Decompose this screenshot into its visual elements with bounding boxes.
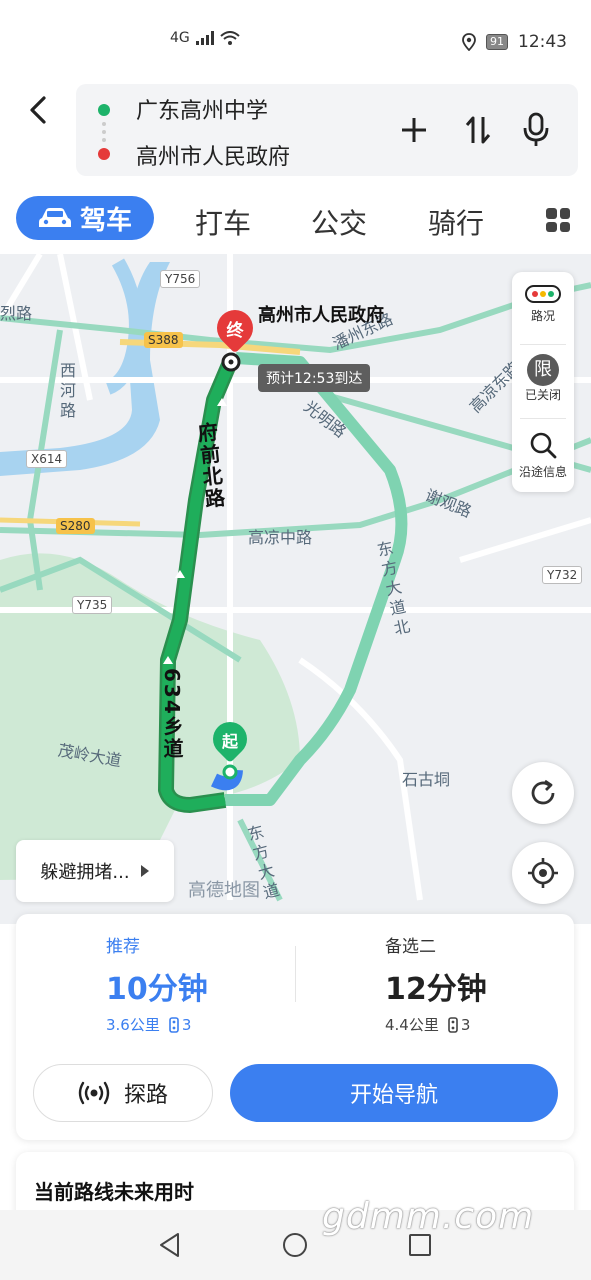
route-option-tag: 推荐 [106, 937, 140, 957]
crosshair-icon [528, 858, 558, 888]
swap-route-button[interactable] [460, 112, 496, 148]
wifi-icon [220, 31, 240, 45]
start-dot-icon [98, 104, 110, 116]
route-option-alt-2[interactable]: 备选二 12分钟 4.4公里 3 [295, 914, 574, 1042]
network-indicator: 4G [170, 30, 240, 46]
chevron-left-icon [30, 96, 46, 124]
back-button[interactable] [22, 92, 52, 128]
search-icon [530, 432, 557, 459]
signal-icon [195, 31, 214, 45]
network-type: 4G [170, 30, 190, 46]
route-option-lights: 3 [460, 1015, 471, 1034]
route-option-time: 10分钟 [106, 972, 208, 1007]
road-badge: S388 [144, 332, 183, 348]
route-option-tag: 备选二 [385, 937, 436, 957]
divider [520, 344, 566, 345]
future-time-title: 当前路线未来用时 [34, 1180, 194, 1204]
location-icon [462, 33, 476, 51]
traffic-light-icon [169, 1016, 179, 1033]
battery-indicator: 91 [486, 34, 508, 50]
eta-bubble: 预计12:53到达 [258, 364, 371, 392]
destination-field[interactable]: 高州市人民政府 [136, 139, 290, 171]
destination-name: 高州市人民政府 [258, 305, 384, 326]
route-option-meta: 4.4公里 3 [385, 1014, 470, 1035]
road-label: 高凉中路 [248, 528, 313, 547]
road-badge: Y735 [72, 596, 113, 614]
broadcast-icon [78, 1081, 110, 1105]
explore-route-label: 探路 [123, 1083, 168, 1108]
road-badge: S280 [56, 518, 95, 534]
end-dot-icon [98, 148, 110, 160]
route-input-box: 广东高州中学 高州市人民政府 [76, 84, 578, 176]
traffic-toggle[interactable]: 路况 [512, 284, 574, 324]
restriction-toggle[interactable]: 限 已关闭 [512, 354, 574, 403]
more-modes-icon[interactable] [546, 208, 570, 232]
refresh-route-button[interactable] [512, 762, 574, 824]
map-view[interactable]: 烈路 西河路 潘州东路 高凉东路 光明路 谢观路 高凉中路 东方大道北 茂岭大道… [0, 254, 591, 924]
route-road-label: 634乡道 [160, 668, 184, 760]
origin-field[interactable]: 广东高州中学 [136, 93, 268, 125]
home-circle-icon[interactable] [282, 1232, 308, 1258]
traffic-lights-count: 3 [447, 1015, 471, 1034]
start-marker-label: 起 [221, 732, 238, 751]
avoid-congestion-label: 躲避拥堵... [40, 862, 130, 883]
road-badge: Y756 [160, 270, 201, 288]
tab-bike[interactable]: 骑行 [428, 202, 484, 242]
plus-icon [402, 118, 426, 142]
route-options-sheet: 推荐 10分钟 3.6公里 3 备选二 12分钟 4.4公里 3 探路 开始导航 [16, 914, 574, 1140]
map-tools-panel: 路况 限 已关闭 沿途信息 [512, 272, 574, 492]
traffic-icon [525, 285, 561, 303]
refresh-icon [531, 779, 555, 805]
back-triangle-icon[interactable] [158, 1232, 182, 1258]
along-route-label: 沿途信息 [518, 465, 567, 479]
car-icon [38, 208, 71, 227]
route-option-distance: 4.4公里 [385, 1016, 439, 1034]
status-bar: 4G 91 12:43 [0, 0, 591, 76]
traffic-lights-count: 3 [168, 1015, 192, 1034]
swap-icon [465, 116, 491, 144]
mode-tabs: 驾车 打车 公交 骑行 [0, 186, 591, 250]
along-route-button[interactable]: 沿途信息 [512, 430, 574, 480]
road-label: 西河路 [57, 362, 76, 422]
road-badge: Y732 [542, 566, 583, 584]
divider [520, 418, 566, 419]
tab-taxi[interactable]: 打车 [195, 202, 251, 242]
route-connector [102, 122, 106, 142]
destination-marker-label: 终 [226, 321, 244, 341]
traffic-label: 路况 [530, 309, 555, 323]
tab-drive[interactable]: 驾车 [16, 196, 154, 240]
locate-me-button[interactable] [512, 842, 574, 904]
site-watermark: gdmm.com [322, 1196, 535, 1237]
road-label: 烈路 [0, 304, 33, 323]
restriction-icon: 限 [527, 354, 559, 386]
route-option-time: 12分钟 [385, 972, 487, 1007]
explore-route-button[interactable]: 探路 [33, 1064, 213, 1122]
tab-drive-label: 驾车 [79, 205, 132, 236]
status-right: 91 12:43 [462, 32, 567, 52]
triangle-right-icon [140, 865, 149, 877]
route-option-lights: 3 [181, 1015, 192, 1034]
add-waypoint-button[interactable] [396, 112, 432, 148]
tab-transit[interactable]: 公交 [311, 202, 367, 242]
map-watermark: 高德地图 [188, 880, 260, 901]
road-label: 石古垌 [402, 770, 451, 789]
microphone-icon [523, 112, 549, 146]
avoid-congestion-button[interactable]: 躲避拥堵... [16, 840, 174, 902]
traffic-light-icon [448, 1016, 458, 1033]
route-option-meta: 3.6公里 3 [106, 1014, 191, 1035]
restriction-label: 已关闭 [524, 388, 561, 402]
map-canvas [0, 254, 591, 902]
clock: 12:43 [518, 32, 567, 52]
route-option-recommended[interactable]: 推荐 10分钟 3.6公里 3 [16, 914, 295, 1042]
start-navigation-button[interactable]: 开始导航 [230, 1064, 558, 1122]
route-option-distance: 3.6公里 [106, 1016, 160, 1034]
voice-input-button[interactable] [518, 112, 554, 148]
road-badge: X614 [26, 450, 68, 468]
